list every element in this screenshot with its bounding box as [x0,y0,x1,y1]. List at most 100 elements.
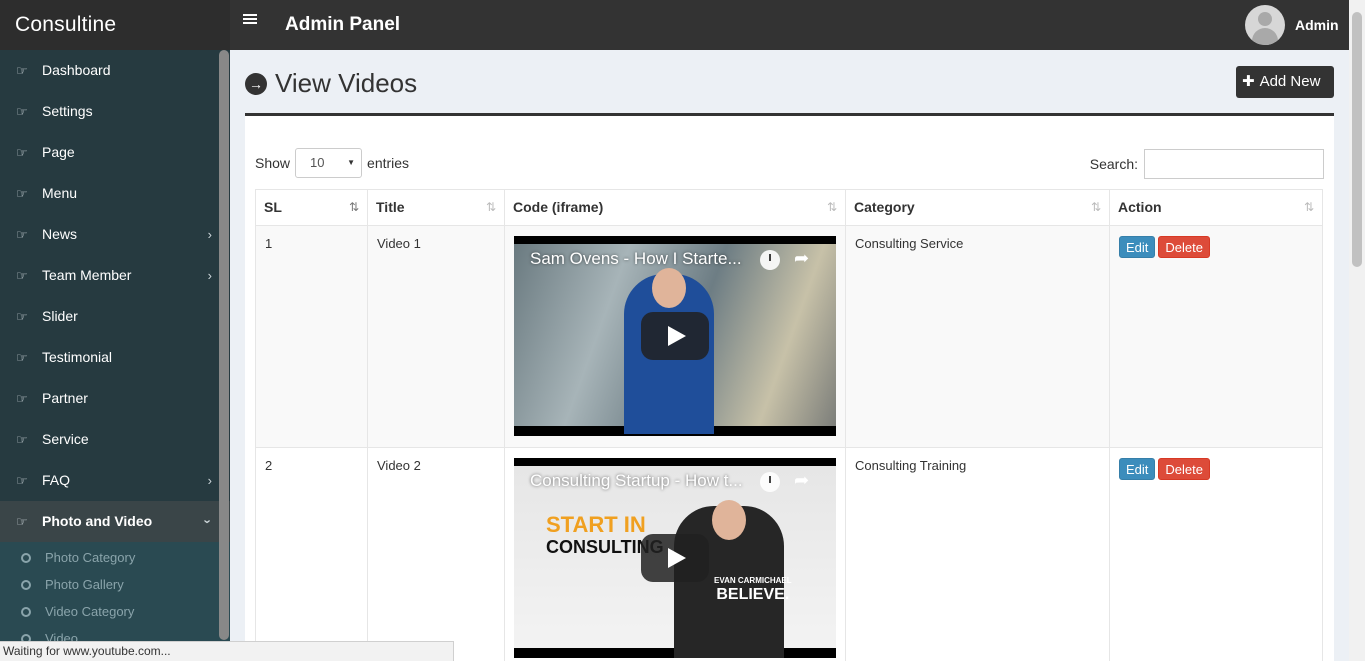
sidebar-item-news[interactable]: ☞ News › [0,214,230,255]
sidebar-item-label: Testimonial [42,349,113,365]
scrollbar-thumb[interactable] [1352,12,1362,267]
sort-icon: ⇅ [485,200,496,214]
video-title[interactable]: Consulting Startup - How t... [530,471,743,491]
videos-table: SL ⇅ Title ⇅ Code (iframe) ⇅ Category ⇅ Acti… [255,189,1323,661]
sidebar-subitem-video-category[interactable]: Video Category [0,598,230,625]
sidebar-item-dashboard[interactable]: ☞ Dashboard [0,50,230,91]
shirt-text: EVAN CARMICHAEL BELIEVE. [714,574,792,603]
sidebar-item-label: News [42,226,78,242]
sidebar-subitem-photo-gallery[interactable]: Photo Gallery [0,571,230,598]
sort-icon: ⇅ [826,200,837,214]
video-title[interactable]: Sam Ovens - How I Starte... [530,249,742,269]
browser-status-bar: Waiting for www.youtube.com... [0,641,454,661]
table-row: 2 Video 2 START IN CONSULTING EVAN CARMI… [255,447,1323,661]
chevron-right-icon: › [207,473,212,488]
shirt-line-2: BELIEVE. [716,586,790,603]
circle-icon [21,553,31,563]
column-header-action[interactable]: Action ⇅ [1109,189,1323,226]
sidebar: ☞ Dashboard ☞ Settings ☞ Page ☞ Menu ☞ News › … [0,50,230,661]
sidebar-item-team-member[interactable]: ☞ Team Member › [0,255,230,296]
sidebar-item-service[interactable]: ☞ Service [0,419,230,460]
sidebar-item-label: Team Member [42,267,132,283]
column-header-label: SL [264,199,282,215]
sidebar-item-testimonial[interactable]: ☞ Testimonial [0,337,230,378]
sidebar-item-partner[interactable]: ☞ Partner [0,378,230,419]
brand-logo[interactable]: Consultine [0,0,230,50]
page-scrollbar[interactable] [1349,0,1365,661]
hand-pointer-icon: ☞ [16,145,28,160]
chevron-right-icon: › [207,268,212,283]
sidebar-subitem-photo-category[interactable]: Photo Category [0,544,230,571]
sidebar-submenu: Photo Category Photo Gallery Video Categ… [0,542,230,652]
user-avatar[interactable] [1245,5,1285,45]
video-embed[interactable]: START IN CONSULTING EVAN CARMICHAEL BELI… [514,458,836,658]
column-header-sl[interactable]: SL ⇅ [255,189,368,226]
user-name[interactable]: Admin [1295,0,1339,50]
share-icon[interactable]: ➦ [794,470,809,491]
sort-icon: ⇅ [1090,200,1101,214]
cell-action: Edit Delete [1109,447,1323,661]
search-input[interactable] [1144,149,1324,179]
sidebar-subitem-label: Video Category [45,604,135,619]
play-button[interactable] [641,534,709,582]
cell-title: Video 2 [367,447,505,661]
caret-down-icon: ▼ [347,158,356,167]
column-header-code[interactable]: Code (iframe) ⇅ [504,189,846,226]
sidebar-scrollbar[interactable] [219,50,229,640]
sidebar-item-page[interactable]: ☞ Page [0,132,230,173]
hand-pointer-icon: ☞ [16,473,28,488]
overlay-line-1: START IN [546,512,646,537]
column-header-title[interactable]: Title ⇅ [367,189,505,226]
hand-pointer-icon: ☞ [16,391,28,406]
watch-later-icon[interactable] [760,250,780,270]
panel-title: Admin Panel [285,14,401,35]
sidebar-item-label: FAQ [42,472,71,488]
add-new-button[interactable]: ✚ Add New [1236,66,1334,98]
hand-pointer-icon: ☞ [16,186,28,201]
cell-action: Edit Delete [1109,225,1323,448]
table-row: 1 Video 1 Sam Ovens - How I Starte... ➦ … [255,225,1323,448]
sidebar-item-photo-and-video[interactable]: ☞ Photo and Video › [0,501,230,542]
edit-button[interactable]: Edit [1119,236,1156,258]
share-icon[interactable]: ➦ [794,248,809,269]
sort-asc-icon: ⇅ [348,200,359,214]
sidebar-item-label: Menu [42,185,78,201]
hand-pointer-icon: ☞ [16,104,28,119]
delete-button[interactable]: Delete [1158,458,1210,480]
delete-button[interactable]: Delete [1158,236,1210,258]
watch-later-icon[interactable] [760,472,780,492]
sidebar-item-settings[interactable]: ☞ Settings [0,91,230,132]
show-label: Show [255,155,291,171]
hand-pointer-icon: ☞ [16,268,28,283]
column-header-category[interactable]: Category ⇅ [845,189,1110,226]
sidebar-item-slider[interactable]: ☞ Slider [0,296,230,337]
hand-pointer-icon: ☞ [16,63,28,78]
plus-icon: ✚ [1242,73,1255,90]
sidebar-item-label: Dashboard [42,62,111,78]
hand-pointer-icon: ☞ [16,350,28,365]
sort-icon: ⇅ [1303,200,1314,214]
videos-box: Show 10 ▼ entries Search: SL ⇅ Title ⇅ Code… [245,113,1334,661]
cell-category: Consulting Service [845,225,1110,448]
column-header-label: Code (iframe) [513,199,604,215]
menu-toggle-icon[interactable] [243,14,257,26]
hand-pointer-icon: ☞ [16,227,28,242]
edit-button[interactable]: Edit [1119,458,1156,480]
entries-label: entries [367,155,410,171]
sidebar-item-faq[interactable]: ☞ FAQ › [0,460,230,501]
cell-code: Sam Ovens - How I Starte... ➦ [504,225,846,448]
column-header-label: Action [1118,199,1162,215]
video-embed[interactable]: Sam Ovens - How I Starte... ➦ [514,236,836,436]
table-header-row: SL ⇅ Title ⇅ Code (iframe) ⇅ Category ⇅ Acti… [255,189,1323,226]
entries-select[interactable]: 10 ▼ [295,148,363,178]
play-button[interactable] [641,312,709,360]
circle-icon [21,607,31,617]
hand-pointer-icon: ☞ [16,514,28,529]
sidebar-subitem-label: Photo Category [45,550,136,565]
sidebar-subitem-label: Photo Gallery [45,577,124,592]
sidebar-item-label: Partner [42,390,88,406]
sidebar-item-label: Slider [42,308,78,324]
entries-value: 10 [310,155,325,170]
sidebar-item-label: Settings [42,103,93,119]
sidebar-item-menu[interactable]: ☞ Menu [0,173,230,214]
